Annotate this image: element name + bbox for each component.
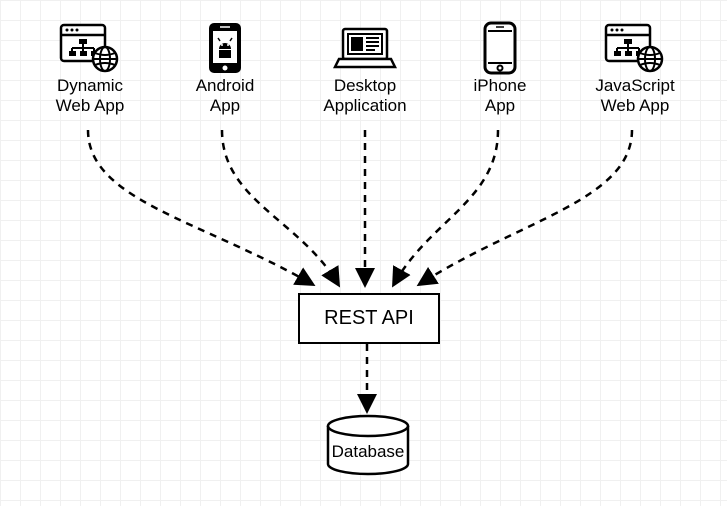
client-label-line1: Android — [170, 76, 280, 96]
rest-api-label: REST API — [324, 307, 414, 330]
client-label-line1: JavaScript — [570, 76, 700, 96]
browser-globe-icon — [30, 20, 150, 76]
android-phone-icon — [170, 20, 280, 76]
client-label-line1: Desktop — [300, 76, 430, 96]
client-label-line2: App — [170, 96, 280, 116]
client-label-line2: Application — [300, 96, 430, 116]
database-icon: Database — [318, 414, 418, 479]
client-label-line2: Web App — [570, 96, 700, 116]
client-desktop-application: Desktop Application — [300, 20, 430, 117]
client-label-line1: Dynamic — [30, 76, 150, 96]
client-iphone-app: iPhone App — [450, 20, 550, 117]
client-label-line2: Web App — [30, 96, 150, 116]
client-javascript-web-app: JavaScript Web App — [570, 20, 700, 117]
rest-api-box: REST API — [298, 293, 440, 344]
client-dynamic-web-app: Dynamic Web App — [30, 20, 150, 117]
laptop-icon — [300, 20, 430, 76]
client-label-line1: iPhone — [450, 76, 550, 96]
client-android-app: Android App — [170, 20, 280, 117]
database-label: Database — [332, 442, 405, 461]
browser-globe-icon — [570, 20, 700, 76]
database-node: Database — [318, 414, 418, 484]
iphone-icon — [450, 20, 550, 76]
client-label-line2: App — [450, 96, 550, 116]
